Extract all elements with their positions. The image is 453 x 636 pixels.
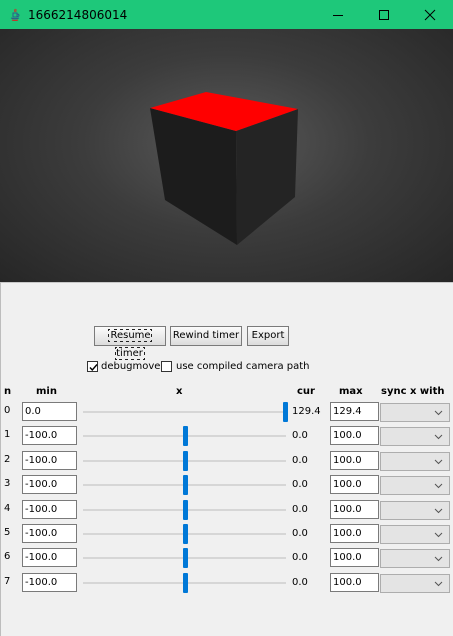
sync-x-with-select[interactable]	[380, 427, 450, 446]
max-field[interactable]: 100.0	[330, 573, 379, 592]
min-field[interactable]: -100.0	[22, 500, 77, 519]
min-field[interactable]: -100.0	[22, 426, 77, 445]
chevron-down-icon	[434, 483, 443, 489]
chevron-down-icon	[434, 581, 443, 587]
x-slider-track[interactable]	[83, 411, 286, 413]
chevron-down-icon	[434, 434, 443, 440]
row-index: 5	[4, 527, 11, 538]
cur-value: 0.0	[292, 552, 308, 563]
sync-x-with-select[interactable]	[380, 452, 450, 471]
compiled-path-checkbox[interactable]	[161, 360, 172, 372]
java-app-icon	[10, 8, 20, 21]
cube-left-face	[150, 108, 237, 245]
sync-x-with-select[interactable]	[380, 476, 450, 495]
export-label: Export	[251, 330, 285, 341]
debugmove-label: debugmove	[101, 360, 161, 372]
chevron-down-icon	[434, 556, 443, 562]
minimize-icon	[333, 15, 343, 16]
row-index: 0	[4, 405, 11, 416]
x-slider-thumb[interactable]	[183, 475, 188, 495]
row-index: 1	[4, 429, 11, 440]
header-x: x	[176, 386, 183, 397]
x-slider-thumb[interactable]	[183, 426, 188, 446]
row-index: 4	[4, 503, 11, 514]
rewind-timer-label: Rewind timer	[172, 330, 240, 341]
min-field[interactable]: -100.0	[22, 451, 77, 470]
close-button[interactable]	[407, 0, 453, 29]
row-index: 2	[4, 454, 11, 465]
header-n: n	[4, 386, 12, 397]
max-field[interactable]: 100.0	[330, 426, 379, 445]
row-index: 6	[4, 551, 11, 562]
max-field[interactable]: 100.0	[330, 475, 379, 494]
header-min: min	[36, 386, 57, 397]
rewind-timer-button[interactable]: Rewind timer	[170, 326, 242, 346]
export-button[interactable]: Export	[247, 326, 289, 346]
min-field[interactable]: -100.0	[22, 524, 77, 543]
max-field[interactable]: 100.0	[330, 524, 379, 543]
row-index: 3	[4, 478, 11, 489]
x-slider-thumb[interactable]	[183, 500, 188, 520]
x-slider-thumb[interactable]	[183, 524, 188, 544]
maximize-icon	[379, 10, 389, 20]
chevron-down-icon	[434, 459, 443, 465]
sync-x-with-select[interactable]	[380, 574, 450, 593]
maximize-button[interactable]	[361, 0, 407, 29]
checkmark-icon	[89, 363, 98, 371]
cur-value: 0.0	[292, 430, 308, 441]
x-slider-thumb[interactable]	[183, 451, 188, 471]
cur-value: 0.0	[292, 455, 308, 466]
chevron-down-icon	[434, 508, 443, 514]
debugmove-checkbox[interactable]	[87, 360, 98, 372]
max-field[interactable]: 100.0	[330, 451, 379, 470]
sync-x-with-select[interactable]	[380, 501, 450, 520]
close-icon	[424, 9, 436, 21]
cur-value: 0.0	[292, 479, 308, 490]
cube-render	[150, 92, 298, 245]
compiled-path-option[interactable]: use compiled camera path	[161, 359, 310, 373]
max-field[interactable]: 129.4	[330, 402, 379, 421]
cur-value: 129.4	[292, 406, 321, 417]
min-field[interactable]: -100.0	[22, 548, 77, 567]
x-slider-thumb[interactable]	[283, 402, 288, 422]
header-cur: cur	[297, 386, 315, 397]
debugmove-option[interactable]: debugmove	[87, 359, 160, 373]
header-max: max	[339, 386, 363, 397]
x-slider-thumb[interactable]	[183, 573, 188, 593]
sync-x-with-select[interactable]	[380, 549, 450, 568]
resume-timer-button[interactable]: Resume timer	[94, 326, 166, 360]
chevron-down-icon	[434, 532, 443, 538]
sync-x-with-select[interactable]	[380, 403, 450, 422]
header-sync: sync x with	[381, 386, 445, 397]
cur-value: 0.0	[292, 528, 308, 539]
compiled-path-label: use compiled camera path	[176, 360, 310, 372]
chevron-down-icon	[434, 410, 443, 416]
cur-value: 0.0	[292, 577, 308, 588]
minimize-button[interactable]	[315, 0, 361, 29]
min-field[interactable]: 0.0	[22, 402, 77, 421]
max-field[interactable]: 100.0	[330, 548, 379, 567]
cube-right-face	[236, 109, 298, 245]
3d-viewport[interactable]	[0, 29, 453, 282]
window-title: 1666214806014	[28, 8, 128, 22]
max-field[interactable]: 100.0	[330, 500, 379, 519]
x-slider-thumb[interactable]	[183, 548, 188, 568]
title-bar[interactable]: 1666214806014	[0, 0, 453, 29]
min-field[interactable]: -100.0	[22, 475, 77, 494]
cur-value: 0.0	[292, 504, 308, 515]
sync-x-with-select[interactable]	[380, 525, 450, 544]
row-index: 7	[4, 576, 11, 587]
min-field[interactable]: -100.0	[22, 573, 77, 592]
